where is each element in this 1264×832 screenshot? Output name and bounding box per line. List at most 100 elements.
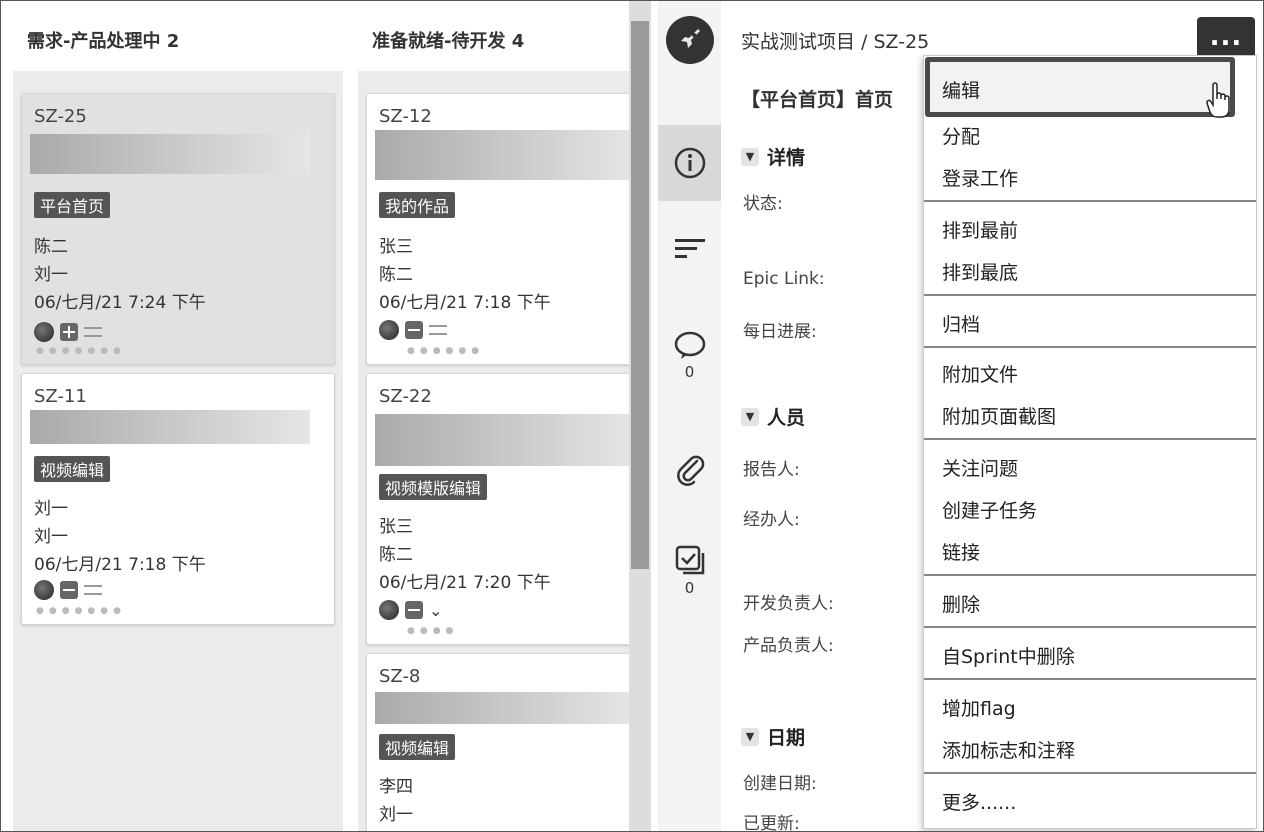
menu-item-assign[interactable]: 分配 [942,122,980,149]
menu-item-attach-file[interactable]: 附加文件 [942,360,1018,387]
detail-rail: 0 0 [658,1,721,831]
details-tab[interactable] [658,125,721,201]
menu-item-rank-bottom[interactable]: 排到最底 [942,258,1018,285]
chevron-down-icon: ▼ [741,147,759,166]
issue-card-sz-25[interactable]: SZ-25 平台首页 陈二 刘一 06/七月/21 7:24 下午 ●●●●●●… [21,93,335,365]
card-line: 刘一 [34,527,68,547]
card-date: 06/七月/21 7:18 下午 [34,555,206,575]
menu-item-delete[interactable]: 删除 [942,590,980,617]
reporter-label: 报告人: [743,460,800,480]
priority-icon [405,321,423,339]
blurred-summary [375,130,637,180]
chevron-down-icon: ⌄ [429,600,443,620]
column-title: 需求-产品处理中 2 [27,31,180,52]
dev-owner-label: 开发负责人: [743,594,834,614]
comment-icon [674,331,705,359]
assignee-label: 经办人: [743,510,800,530]
card-line: 陈二 [34,237,68,257]
more-actions-menu: 分配 登录工作 排到最前 排到最底 归档 附加文件 附加页面截图 关注问题 创建… [923,55,1257,829]
card-line: 张三 [379,237,413,257]
menu-item-watch[interactable]: 关注问题 [942,454,1018,481]
avatar [34,580,54,600]
card-line: 刘一 [34,265,68,285]
menu-item-add-flag[interactable]: 增加flag [942,694,1016,721]
comments-count: 0 [684,363,695,381]
card-line: 陈二 [379,545,413,565]
status-label: 状态: [743,194,783,214]
menu-item-archive[interactable]: 归档 [942,310,980,337]
blurred-summary [30,410,310,444]
issue-key: SZ-11 [34,386,87,407]
scrollbar-thumb[interactable] [631,21,649,569]
card-date: 06/七月/21 7:20 下午 [379,573,551,593]
issue-title[interactable]: 【平台首页】首页 [741,85,893,112]
priority-medium-icon [84,585,102,595]
menu-item-create-subtask[interactable]: 创建子任务 [942,496,1037,523]
daily-progress-label: 每日进展: [743,322,817,342]
menu-item-more[interactable]: 更多...... [942,788,1016,815]
board-scrollbar[interactable] [629,1,651,831]
card-date: 06/七月/21 7:24 下午 [34,293,206,313]
card-line: 张三 [379,517,413,537]
blurred-summary [375,692,637,724]
hand-cursor-icon [1206,82,1230,118]
list-icon [674,239,705,258]
priority-icon [405,601,423,619]
attachment-icon [676,455,704,486]
menu-item-edit[interactable]: 编辑 [925,57,1235,117]
card-line: 陈二 [379,265,413,285]
card-line: 刘一 [34,499,68,519]
epic-tag: 视频编辑 [34,456,111,482]
created-label: 创建日期: [743,774,817,794]
menu-item-link[interactable]: 链接 [942,538,980,565]
comments-tab[interactable]: 0 [658,329,721,381]
description-tab[interactable] [658,235,721,261]
attachments-tab[interactable] [658,453,721,487]
chevron-down-icon: ▼ [741,727,759,746]
issue-key: SZ-25 [34,106,87,127]
menu-item-edit-label: 编辑 [942,80,981,102]
blurred-summary [375,414,637,466]
avatar [379,320,399,340]
board-column-2: 准备就绪-待开发 4 SZ-12 我的作品 张三 陈二 06/七月/21 7:1… [358,1,638,831]
subtasks-count: 0 [684,579,695,597]
chevron-down-icon: ▼ [741,407,759,426]
epic-tag: 平台首页 [34,192,111,218]
rocket-icon [665,16,714,64]
priority-medium-icon [84,327,102,337]
estimate-dots: ●●●● [407,626,459,636]
issue-card-sz-12[interactable]: SZ-12 我的作品 张三 陈二 06/七月/21 7:18 下午 ●●●●●● [366,93,638,365]
issue-card-sz-22[interactable]: SZ-22 视频模版编辑 张三 陈二 06/七月/21 7:20 下午 ⌄ ●●… [366,373,638,645]
menu-item-rank-top[interactable]: 排到最前 [942,216,1018,243]
card-date: 06/七月/21 7:18 下午 [379,293,551,313]
menu-item-log-work[interactable]: 登录工作 [942,164,1018,191]
menu-item-attach-screenshot[interactable]: 附加页面截图 [942,402,1056,429]
info-icon [674,147,705,179]
avatar [34,322,54,342]
subtasks-tab[interactable]: 0 [658,543,721,597]
priority-medium-icon [429,325,447,335]
epic-tag: 我的作品 [379,192,456,218]
updated-label: 已更新: [743,814,800,832]
estimate-dots: ●●●●●●● [36,346,126,356]
app-frame: 需求-产品处理中 2 SZ-25 平台首页 陈二 刘一 06/七月/21 7:2… [0,0,1264,832]
breadcrumb[interactable]: 实战测试项目 / SZ-25 [741,27,929,54]
estimate-dots: ●●●●●● [407,346,485,356]
product-owner-label: 产品负责人: [743,636,834,656]
menu-item-add-flag-comment[interactable]: 添加标志和注释 [942,736,1075,763]
people-section-header[interactable]: ▼ 人员 [741,403,805,430]
issue-card-sz-11[interactable]: SZ-11 视频编辑 刘一 刘一 06/七月/21 7:18 下午 ●●●●●●… [21,373,335,625]
subtask-icon [675,545,704,575]
issue-card-sz-8[interactable]: SZ-8 视频编辑 李四 刘一 [366,653,638,831]
issue-key: SZ-12 [379,106,432,127]
issue-key: SZ-8 [379,666,421,687]
menu-item-remove-from-sprint[interactable]: 自Sprint中删除 [942,642,1075,669]
column-title: 准备就绪-待开发 4 [372,31,525,52]
dates-section-header[interactable]: ▼ 日期 [741,723,805,750]
priority-icon [60,323,78,341]
card-line: 李四 [379,777,413,797]
estimate-dots: ●●●●●●● [36,606,126,616]
project-avatar[interactable] [658,15,721,65]
details-section-header[interactable]: ▼ 详情 [741,143,805,170]
issue-key: SZ-22 [379,386,432,407]
